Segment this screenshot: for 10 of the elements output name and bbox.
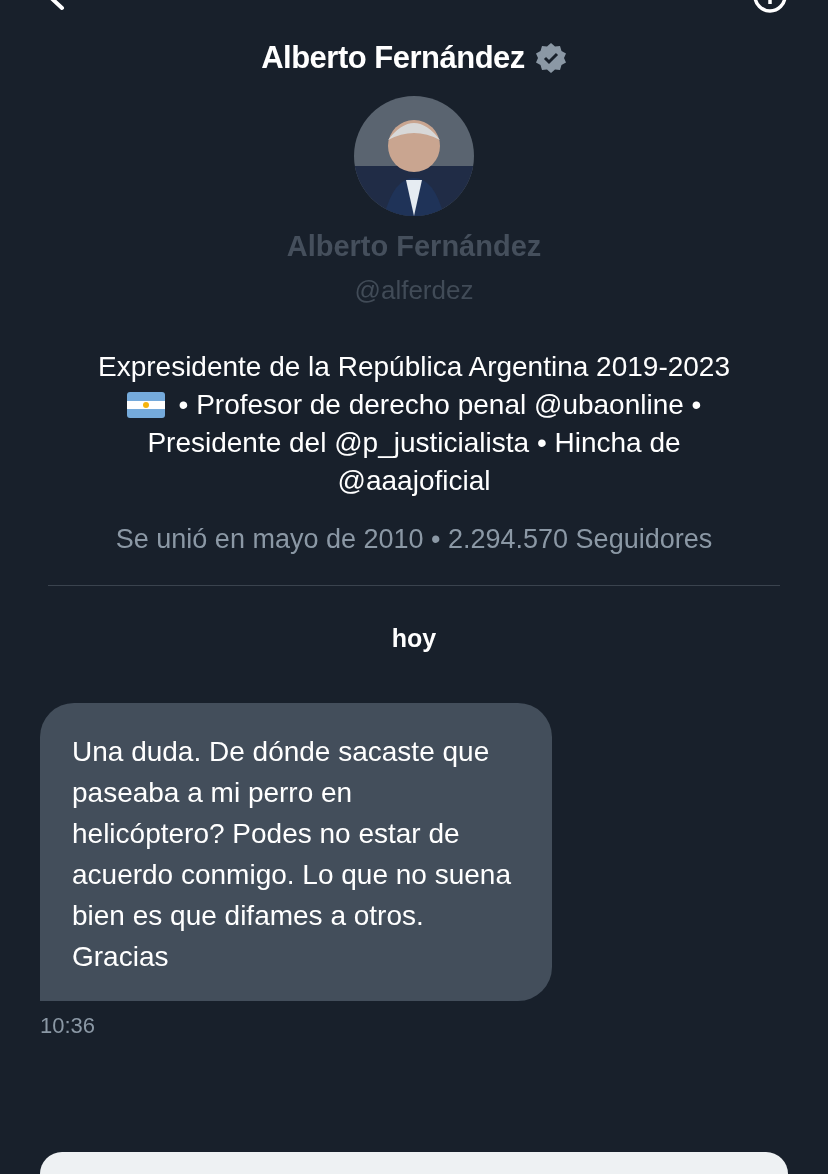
message-bubble: Una duda. De dónde sacaste que paseaba a mi perro en helicóptero? Podes no estar de acuerdo conmigo. Lo que no suena bien es que difames a otros. Gracias [40, 703, 552, 1001]
bio-text: @aaajoficial [337, 464, 491, 498]
bio-text: Presidente del @p_justicialista • Hincha de [147, 426, 681, 460]
message-time: 10:36 [40, 1013, 96, 1038]
flag-icon [126, 392, 165, 418]
bio-text: Expresidente de la República Argentina 2019-2023 [98, 350, 730, 384]
day-separator: hoy [390, 624, 438, 653]
profile-meta: Se unió en mayo de 2010 • 2.294.570 Seguidores [114, 524, 714, 555]
bio-text: • Profesor de derecho penal @ubaonline • [178, 388, 702, 422]
conversation-title: Alberto Fernández [261, 40, 525, 76]
